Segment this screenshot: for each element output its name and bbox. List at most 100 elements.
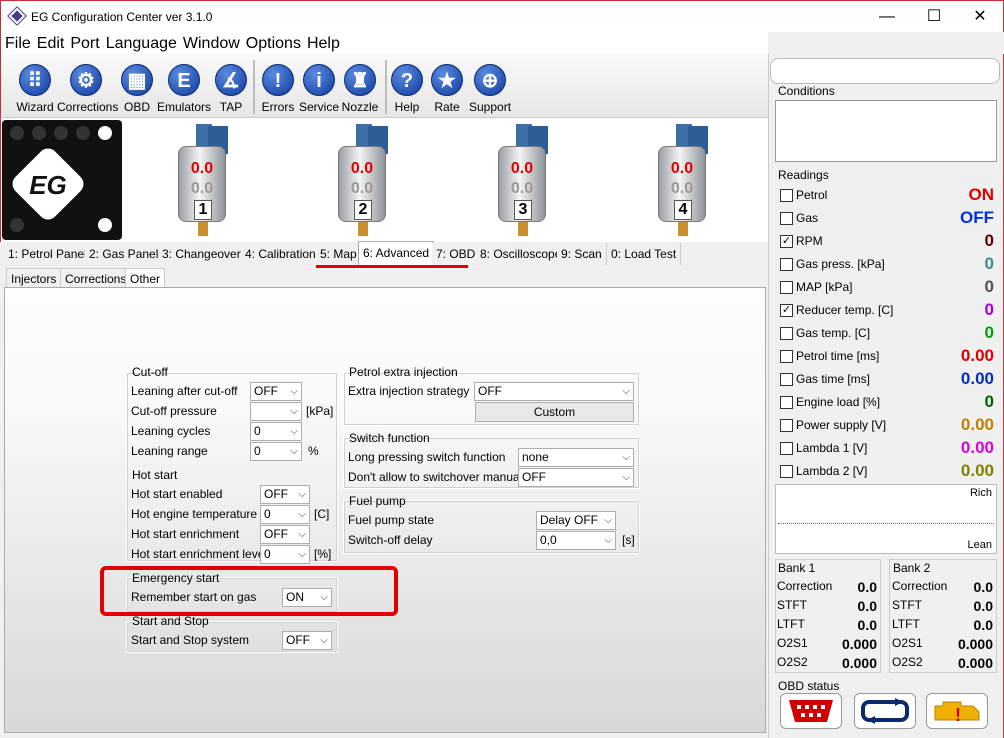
chevron-down-icon: ⌵ <box>604 535 612 546</box>
lambda-1-checkbox[interactable] <box>780 442 793 455</box>
reducer-temp-checkbox[interactable]: ✓ <box>780 304 793 317</box>
sub-tabs: Injectors Corrections Other <box>4 268 768 288</box>
menu-window[interactable]: Window <box>179 32 242 54</box>
reading-gas-temp: Gas temp. [C] 0 <box>780 323 994 344</box>
gas-time-checkbox[interactable] <box>780 373 793 386</box>
lambda-graph: Rich Lean <box>775 484 997 554</box>
reading-power-supply: Power supply [V] 0.00 <box>780 415 994 436</box>
menu-language[interactable]: Language <box>102 32 179 54</box>
tap-button[interactable]: ∡ TAP <box>215 58 247 114</box>
tab-map[interactable]: 5: Map <box>316 243 362 265</box>
obd-refresh-status[interactable] <box>854 693 916 729</box>
tab-other[interactable]: Other <box>125 268 166 288</box>
reading-lambda-1: Lambda 1 [V] 0.00 <box>780 438 994 459</box>
hot-engine-temp-unit: [C] <box>314 507 330 521</box>
obd-button[interactable]: ▦ OBD <box>121 58 153 114</box>
tap-icon: ∡ <box>215 64 247 96</box>
tab-obd[interactable]: 7: OBD <box>432 243 481 265</box>
leaning-after-select[interactable]: OFF ⌵ <box>250 382 302 401</box>
tab-corrections[interactable]: Corrections <box>60 268 132 288</box>
hotstart-enrichment-select[interactable]: OFF ⌵ <box>260 525 310 544</box>
emulators-button[interactable]: E Emulators <box>157 58 211 114</box>
long-press-select[interactable]: none ⌵ <box>518 448 634 467</box>
gear-icon: ⚙ <box>70 64 102 96</box>
menu-port[interactable]: Port <box>66 32 101 54</box>
check-engine-status[interactable]: ! <box>926 693 988 729</box>
errors-button[interactable]: ! Errors <box>259 58 297 114</box>
obd-connector-status[interactable] <box>780 693 842 729</box>
bank2-correction-value: 0.0 <box>973 579 993 595</box>
tab-petrol-panel[interactable]: 1: Petrol Panel <box>4 243 92 265</box>
gas-temp-checkbox[interactable] <box>780 327 793 340</box>
readings-title: Readings <box>778 168 829 182</box>
power-supply-checkbox[interactable] <box>780 419 793 432</box>
tab-scan[interactable]: 9: Scan <box>557 243 607 265</box>
chevron-down-icon: ⌵ <box>622 452 630 463</box>
help-button[interactable]: ? Help <box>391 58 423 114</box>
startstop-system-select[interactable]: OFF ⌵ <box>282 631 332 650</box>
hotstart-enabled-select[interactable]: OFF ⌵ <box>260 485 310 504</box>
nozzle-button[interactable]: ♜ Nozzle <box>341 58 379 114</box>
menu-options[interactable]: Options <box>242 32 303 54</box>
leaning-range-select[interactable]: 0 ⌵ <box>250 442 302 461</box>
emulator-icon: E <box>168 64 200 96</box>
chevron-down-icon: ⌵ <box>298 549 306 560</box>
cutoff-pressure-select[interactable]: ⌵ <box>250 402 302 421</box>
hot-engine-temp-select[interactable]: 0 ⌵ <box>260 505 310 524</box>
obd-connector-icon <box>789 700 833 722</box>
tab-injectors[interactable]: Injectors <box>6 268 62 288</box>
custom-button[interactable]: Custom <box>475 402 634 422</box>
hotstart-level-select[interactable]: 0 ⌵ <box>260 545 310 564</box>
window-title: EG Configuration Center ver 3.1.0 <box>31 10 213 24</box>
support-button[interactable]: ⊕ Support <box>469 58 511 114</box>
minimize-button[interactable]: — <box>864 5 910 29</box>
petrol-checkbox[interactable] <box>780 189 793 202</box>
menu-file[interactable]: File <box>1 32 33 54</box>
corrections-button[interactable]: ⚙ Corrections <box>57 58 118 114</box>
maximize-button[interactable]: ☐ <box>911 5 957 29</box>
reading-gas-time: Gas time [ms] 0.00 <box>780 369 994 390</box>
switch-function-title: Switch function <box>349 431 430 445</box>
cutoff-pressure-label: Cut-off pressure <box>131 404 217 418</box>
gas-checkbox[interactable] <box>780 212 793 225</box>
hotstart-level-unit: [%] <box>314 547 332 561</box>
tab-advanced[interactable]: 6: Advanced <box>358 241 435 265</box>
lambda-2-checkbox[interactable] <box>780 465 793 478</box>
nozzle-icon: ♜ <box>344 64 376 96</box>
menu-edit[interactable]: Edit <box>33 32 67 54</box>
wizard-button[interactable]: ⠿ Wizard <box>15 58 55 114</box>
obd-status-title: OBD status <box>778 679 840 693</box>
tab-oscilloscope[interactable]: 8: Oscilloscope <box>476 243 567 265</box>
rpm-checkbox[interactable]: ✓ <box>780 235 793 248</box>
fuel-pump-state-select[interactable]: Delay OFF ⌵ <box>536 511 616 530</box>
petrol-time-checkbox[interactable] <box>780 350 793 363</box>
gas-press-checkbox[interactable] <box>780 258 793 271</box>
fuel-pump-state-label: Fuel pump state <box>348 513 435 527</box>
tab-load-test[interactable]: 0: Load Test <box>607 243 682 265</box>
tab-changeover[interactable]: 3: Changeover <box>158 243 246 265</box>
close-button[interactable]: ✕ <box>957 5 1003 29</box>
startstop-title: Start and Stop <box>132 614 209 628</box>
extra-strategy-select[interactable]: OFF ⌵ <box>474 382 634 401</box>
switch-off-delay-select[interactable]: 0,0 ⌵ <box>536 531 616 550</box>
reading-petrol-time: Petrol time [ms] 0.00 <box>780 346 994 367</box>
service-button[interactable]: i Service <box>299 58 339 114</box>
injector-2: 0.0 0.0 2 <box>332 124 394 236</box>
rate-button[interactable]: ★ Rate <box>431 58 463 114</box>
refresh-icon <box>861 698 909 724</box>
manual-switch-select[interactable]: OFF ⌵ <box>518 468 634 487</box>
bank1-o2s1-value: 0.000 <box>841 636 877 652</box>
menu-help[interactable]: Help <box>303 32 342 54</box>
map-checkbox[interactable] <box>780 281 793 294</box>
chevron-down-icon: ⌵ <box>298 489 306 500</box>
hotstart-title: Hot start <box>132 468 178 482</box>
tab-calibration[interactable]: 4: Calibration <box>241 243 321 265</box>
bank2-o2s1-label: O2S1 <box>892 636 923 650</box>
reading-reducer-temp: ✓ Reducer temp. [C] 0 <box>780 300 994 319</box>
tab-gas-panel[interactable]: 2: Gas Panel <box>85 243 164 265</box>
bank1-o2s2-value: 0.000 <box>841 655 877 671</box>
reading-lambda-2: Lambda 2 [V] 0.00 <box>780 461 994 482</box>
engine-load-checkbox[interactable] <box>780 396 793 409</box>
wizard-icon: ⠿ <box>19 64 51 96</box>
leaning-cycles-select[interactable]: 0 ⌵ <box>250 422 302 441</box>
